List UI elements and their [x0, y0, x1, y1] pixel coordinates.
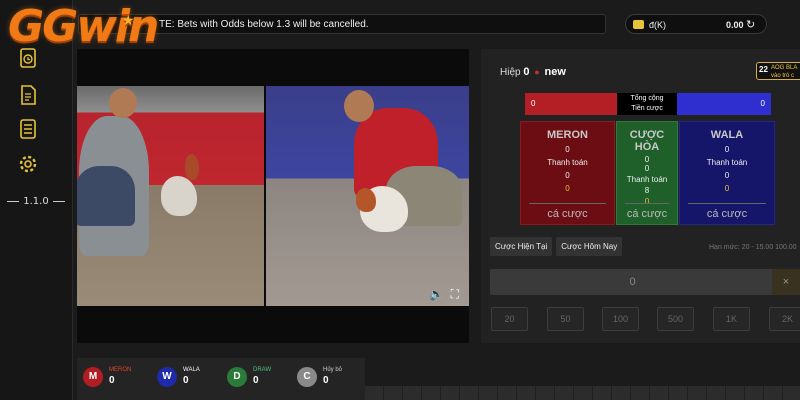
camera-left: [77, 86, 264, 306]
wala-bet-button[interactable]: cá cược: [688, 203, 766, 220]
draw-card[interactable]: CƯỢC HÒA 0 0 Thanh toán 8 0 cá cược: [616, 121, 678, 225]
ggwin-logo[interactable]: GGwin ★: [8, 4, 159, 50]
chip-2k[interactable]: 2K: [769, 307, 800, 331]
meron-total: 0: [525, 93, 617, 115]
meron-bet-button[interactable]: cá cược: [529, 203, 606, 220]
bet-tabs: Cược Hiện Tại Cược Hôm Nay: [490, 237, 623, 256]
chip-50[interactable]: 50: [547, 307, 584, 331]
chip-100[interactable]: 100: [602, 307, 639, 331]
star-icon: ★: [122, 13, 134, 29]
meron-card[interactable]: MERON 0 Thanh toán 0 0 cá cược: [520, 121, 615, 225]
round-info: Hiệp 0 ● new: [500, 66, 566, 78]
aog-badge[interactable]: 22 AOG BLA vào trò c: [756, 62, 800, 80]
document-icon[interactable]: [17, 84, 39, 106]
bet-cards: MERON 0 Thanh toán 0 0 cá cược CƯỢC HÒA …: [520, 121, 775, 225]
status-dot-icon: ●: [534, 67, 540, 77]
list-icon[interactable]: [17, 118, 39, 140]
fullscreen-icon[interactable]: ⛶: [451, 287, 459, 301]
refresh-icon[interactable]: ↻: [746, 15, 755, 35]
balance-amount: 0.00: [726, 20, 744, 30]
chip-20[interactable]: 20: [491, 307, 528, 331]
rooster-left: [161, 176, 197, 216]
video-controls: 🔈 ⛶: [429, 287, 459, 302]
wallet-icon: [633, 20, 644, 29]
wala-total: 0: [677, 93, 771, 115]
betting-panel: Hiệp 0 ● new 22 AOG BLA vào trò c 0 Tổng…: [481, 49, 800, 343]
bet-amount-input[interactable]: 0: [490, 269, 775, 295]
live-video[interactable]: 🔈 ⛶: [77, 49, 469, 343]
tab-current-bets[interactable]: Cược Hiện Tại: [490, 237, 553, 256]
round-number: 0: [523, 66, 530, 78]
round-status: new: [544, 66, 566, 78]
total-bar: 0 Tổng cộng Tiền cược 0: [525, 93, 771, 115]
camera-right: [266, 86, 469, 306]
results-summary: M MERON 0 W WALA 0 D DRAW 0 C Hủy bỏ 0: [77, 358, 365, 400]
bet-limits: Hạn mức: 20 - 15.00 100.00: [709, 244, 797, 251]
round-label: Hiệp: [500, 67, 521, 78]
currency-label: đ(K): [649, 20, 667, 30]
volume-icon[interactable]: 🔈: [429, 287, 444, 301]
balance-display: đ(K) 0.00 ↻: [625, 14, 767, 34]
chip-1k[interactable]: 1K: [713, 307, 750, 331]
tab-today-bets[interactable]: Cược Hôm Nay: [556, 237, 623, 256]
top-bar: TE: Bets with Odds below 1.3 will be can…: [78, 12, 800, 36]
gear-icon[interactable]: [17, 153, 39, 175]
clear-amount-button[interactable]: ×: [772, 269, 800, 295]
chip-500[interactable]: 500: [657, 307, 694, 331]
wala-card[interactable]: WALA 0 Thanh toán 0 0 cá cược: [679, 121, 775, 225]
results-road-strip: [365, 386, 800, 400]
version-label: 1.1.0: [0, 196, 72, 207]
draw-bet-button[interactable]: cá cược: [625, 203, 669, 220]
sidebar: 1.1.0: [0, 0, 73, 400]
total-label: Tổng cộng Tiền cược: [616, 93, 678, 115]
